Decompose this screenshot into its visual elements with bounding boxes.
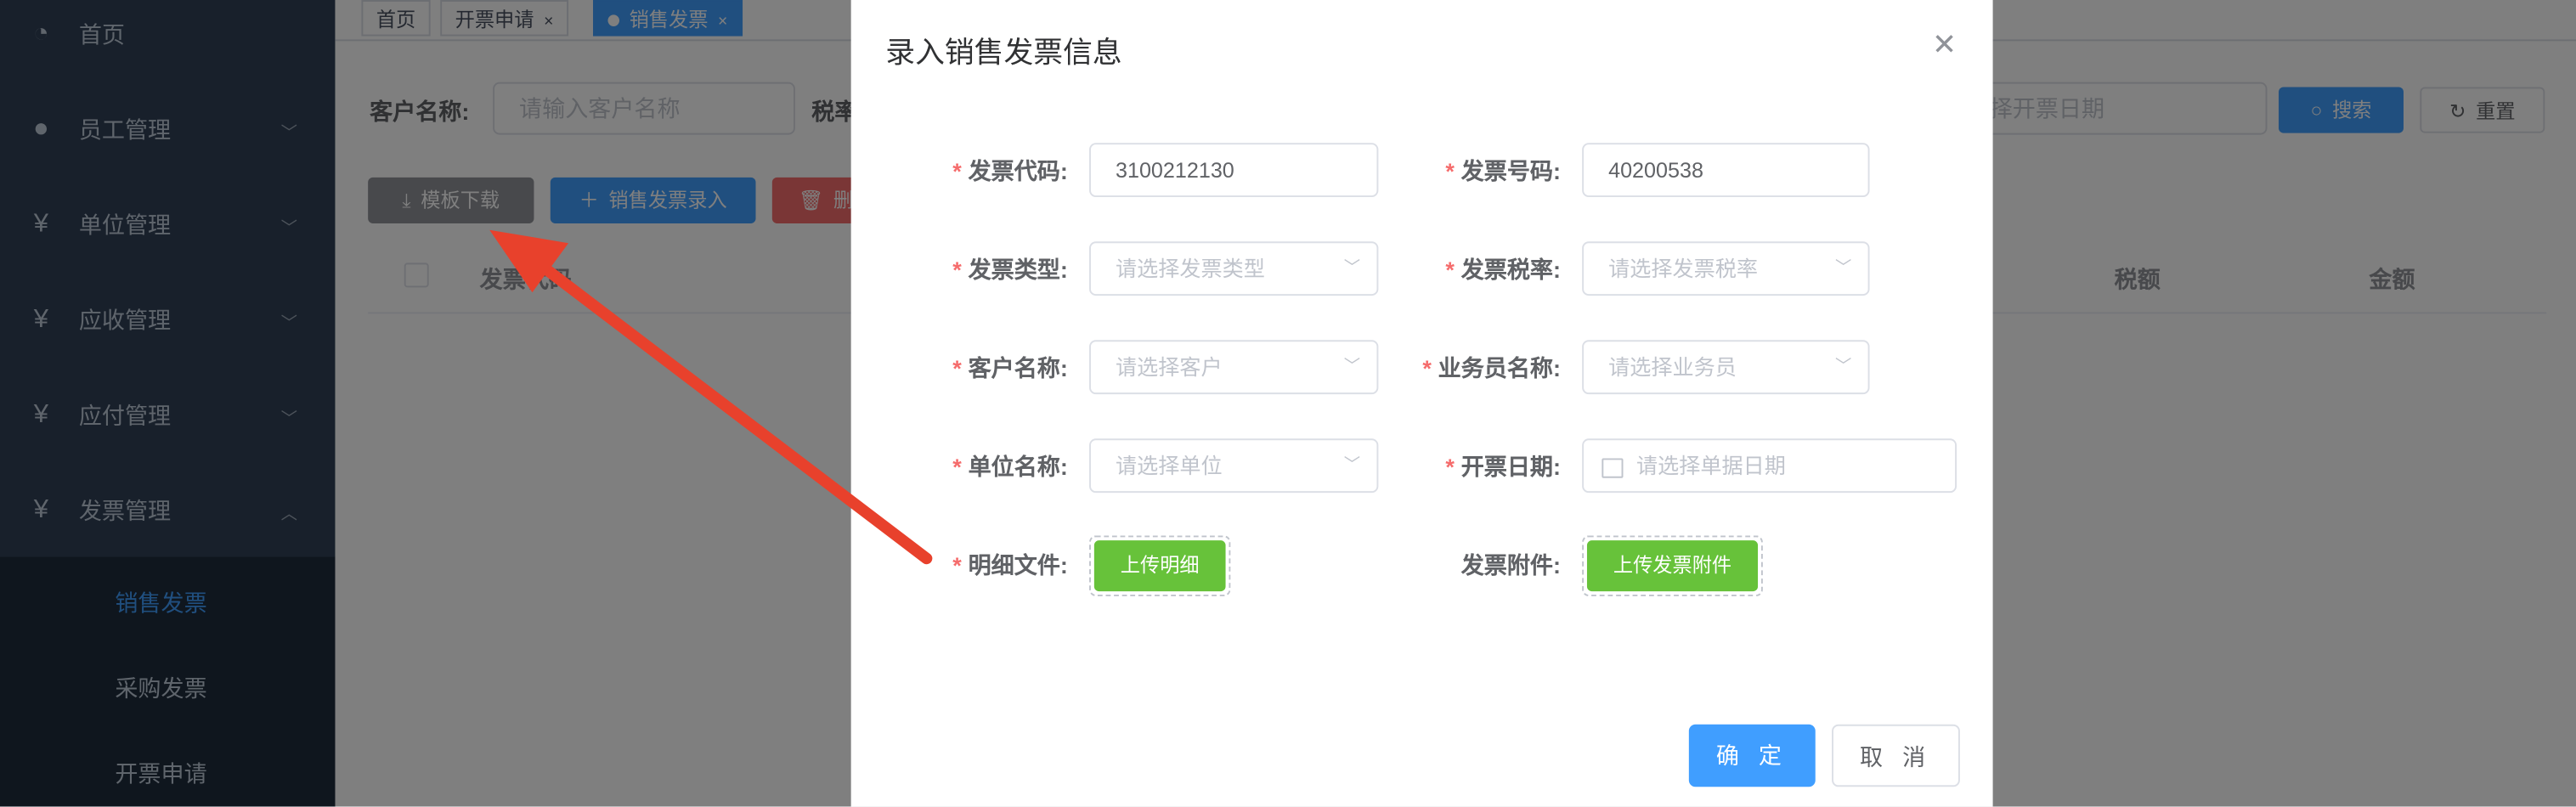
app-page: ◔ 首页 ● 员工管理 ﹀ ¥ 单位管理 ﹀ ¥ 应收管理 ﹀ ¥ 应付管理 ﹀… <box>0 0 2576 807</box>
annotation-arrow-shaft <box>523 250 933 565</box>
annotation-arrow <box>489 229 933 565</box>
